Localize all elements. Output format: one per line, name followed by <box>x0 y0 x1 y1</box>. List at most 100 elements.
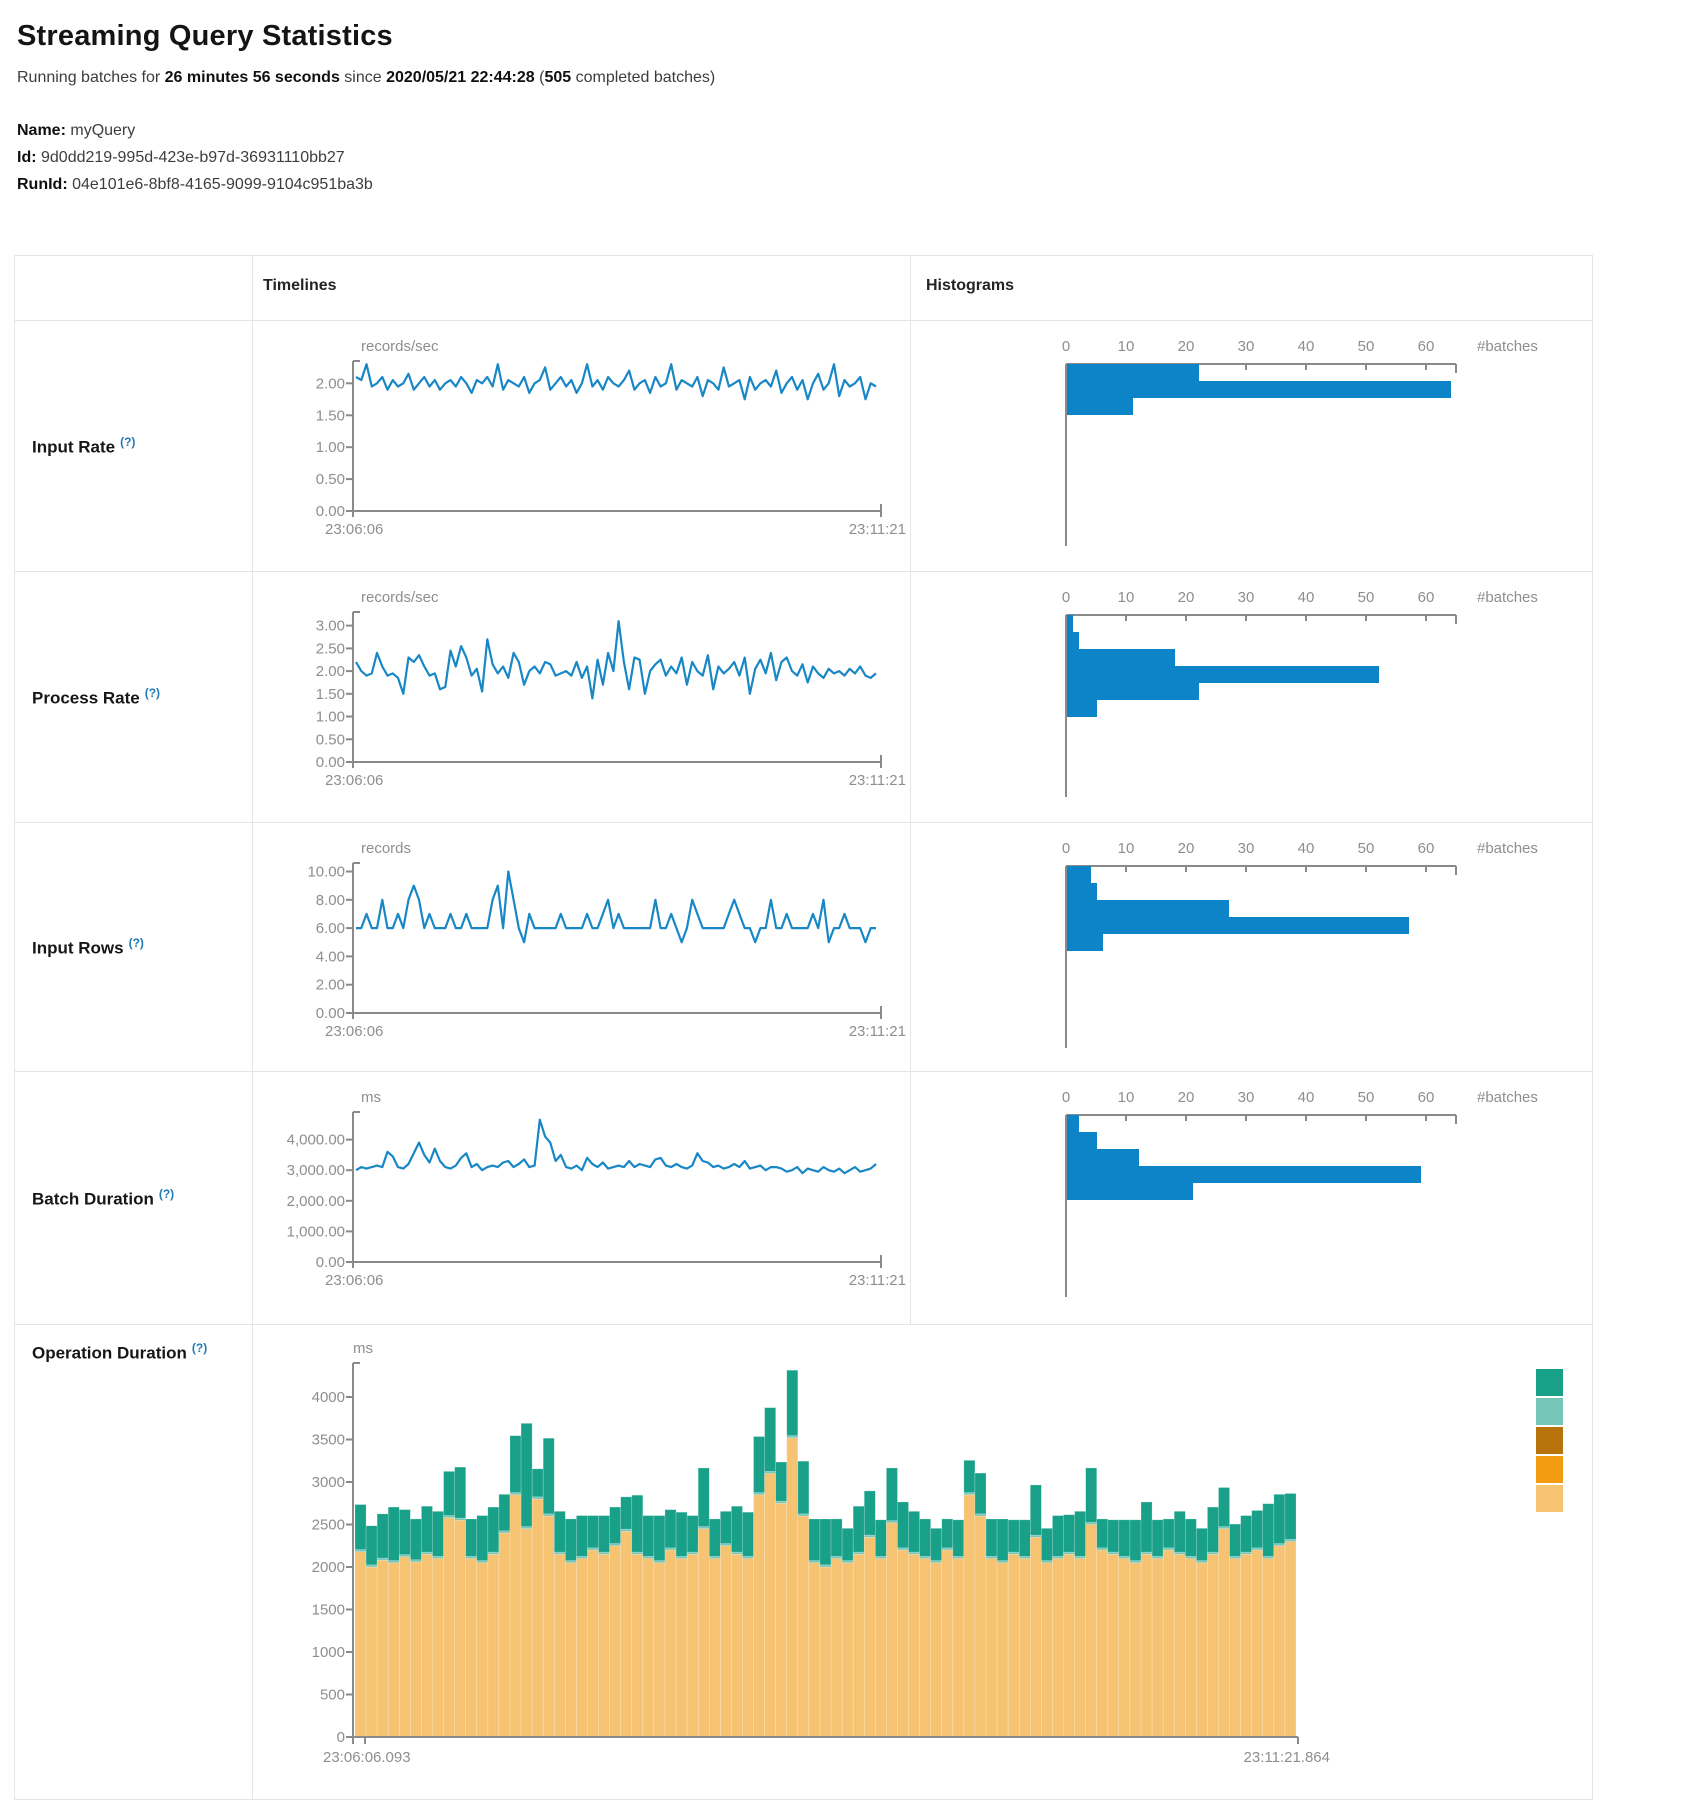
svg-text:0.00: 0.00 <box>316 1254 345 1271</box>
input-rate-help-icon[interactable]: (?) <box>120 435 135 449</box>
svg-text:0.00: 0.00 <box>316 754 345 771</box>
batch-duration-label: Batch Duration <box>32 1189 154 1208</box>
svg-text:60: 60 <box>1418 338 1435 355</box>
table-header-row: Timelines Histograms <box>15 256 1592 321</box>
svg-text:50: 50 <box>1358 338 1375 355</box>
query-name-line: Name: myQuery <box>17 117 1693 144</box>
histograms-header: Histograms <box>911 256 1592 295</box>
svg-text:1,000.00: 1,000.00 <box>287 1223 345 1240</box>
input-rate-histogram-cell: 0102030405060#batches <box>911 321 1592 571</box>
svg-text:2,000.00: 2,000.00 <box>287 1193 345 1210</box>
row-label-batch-duration: Batch Duration (?) <box>15 1072 253 1324</box>
svg-text:1.00: 1.00 <box>316 709 345 726</box>
svg-text:10: 10 <box>1118 1089 1135 1106</box>
svg-text:3,000.00: 3,000.00 <box>287 1162 345 1179</box>
svg-text:1.00: 1.00 <box>316 439 345 456</box>
process-rate-histogram-chart: 0102030405060#batches <box>911 572 1592 822</box>
svg-text:30: 30 <box>1238 840 1255 857</box>
svg-text:40: 40 <box>1298 338 1315 355</box>
svg-text:500: 500 <box>320 1687 345 1704</box>
table-row-process-rate: Process Rate (?) records/sec3.002.502.001… <box>15 572 1592 823</box>
input-rows-timeline-cell: records10.008.006.004.002.000.0023:06:06… <box>253 823 911 1071</box>
svg-text:20: 20 <box>1178 840 1195 857</box>
operation-duration-help-icon[interactable]: (?) <box>192 1341 207 1355</box>
timelines-header-cell: Timelines <box>253 256 911 320</box>
svg-text:23:11:21: 23:11:21 <box>849 1272 906 1289</box>
svg-text:30: 30 <box>1238 338 1255 355</box>
svg-text:1000: 1000 <box>312 1644 345 1661</box>
batch-duration-help-icon[interactable]: (?) <box>159 1187 174 1201</box>
row-label-operation-duration: Operation Duration(?) <box>15 1325 253 1799</box>
svg-text:23:11:21: 23:11:21 <box>849 772 906 789</box>
process-rate-help-icon[interactable]: (?) <box>145 686 160 700</box>
input-rate-timeline-cell: records/sec2.001.501.000.500.0023:06:062… <box>253 321 911 571</box>
input-rate-timeline-chart: records/sec2.001.501.000.500.0023:06:062… <box>253 321 910 571</box>
input-rows-histogram-cell: 0102030405060#batches <box>911 823 1592 1071</box>
svg-text:40: 40 <box>1298 840 1315 857</box>
summary-duration: 26 minutes 56 seconds <box>165 69 340 86</box>
row-label-input-rows: Input Rows (?) <box>15 823 253 1071</box>
page-header: Streaming Query Statistics Running batch… <box>0 0 1693 198</box>
svg-text:23:06:06: 23:06:06 <box>325 1023 383 1040</box>
query-name-label: Name: <box>17 122 66 139</box>
process-rate-histogram-cell: 0102030405060#batches <box>911 572 1592 822</box>
svg-text:50: 50 <box>1358 840 1375 857</box>
svg-text:23:06:06.093: 23:06:06.093 <box>323 1749 411 1766</box>
query-id-label: Id: <box>17 149 37 166</box>
svg-text:1.50: 1.50 <box>316 407 345 424</box>
query-id-value: 9d0dd219-995d-423e-b97d-36931110bb27 <box>41 149 345 166</box>
summary-start-time: 2020/05/21 22:44:28 <box>386 69 535 86</box>
svg-text:4.00: 4.00 <box>316 948 345 965</box>
statistics-table: Timelines Histograms Input Rate(?) recor… <box>14 255 1593 1800</box>
svg-text:ms: ms <box>361 1089 381 1106</box>
input-rows-label: Input Rows <box>32 938 124 957</box>
batch-duration-timeline-cell: ms4,000.003,000.002,000.001,000.000.0023… <box>253 1072 911 1324</box>
svg-text:23:06:06: 23:06:06 <box>325 1272 383 1289</box>
svg-text:#batches: #batches <box>1477 338 1538 355</box>
svg-text:50: 50 <box>1358 1089 1375 1106</box>
table-row-batch-duration: Batch Duration (?) ms 4,000.00 3,000.00 2,00… <box>15 1072 1592 1325</box>
batch-duration-histogram-cell: 0102030405060#batches <box>911 1072 1592 1324</box>
svg-text:30: 30 <box>1238 589 1255 606</box>
svg-text:40: 40 <box>1298 1089 1315 1106</box>
svg-text:23:11:21: 23:11:21 <box>849 521 906 538</box>
process-rate-timeline-cell: records/sec3.002.502.001.501.000.500.002… <box>253 572 911 822</box>
svg-text:10.00: 10.00 <box>307 864 345 881</box>
operation-duration-chart-cell: ms4000350030002500200015001000500023:06:… <box>253 1325 1592 1799</box>
svg-text:6.00: 6.00 <box>316 920 345 937</box>
svg-text:0.00: 0.00 <box>316 503 345 520</box>
summary-paren: ( <box>535 69 545 86</box>
svg-text:20: 20 <box>1178 1089 1195 1106</box>
batch-duration-timeline-chart: ms4,000.003,000.002,000.001,000.000.0023… <box>253 1072 910 1324</box>
svg-text:23:06:06: 23:06:06 <box>325 521 383 538</box>
table-row-input-rows: Input Rows(?) records10.008.006.004.002.… <box>15 823 1592 1072</box>
svg-text:4000: 4000 <box>312 1389 345 1406</box>
svg-text:2.00: 2.00 <box>316 375 345 392</box>
svg-text:1500: 1500 <box>312 1602 345 1619</box>
input-rows-help-icon[interactable]: (?) <box>129 936 144 950</box>
query-runid-value: 04e101e6-8bf8-4165-9099-9104c951ba3b <box>72 176 373 193</box>
summary-prefix: Running batches for <box>17 69 165 86</box>
query-runid-line: RunId: 04e101e6-8bf8-4165-9099-9104c951b… <box>17 171 1693 198</box>
summary-since: since <box>340 69 386 86</box>
svg-text:0: 0 <box>337 1729 345 1746</box>
input-rows-timeline-chart: records10.008.006.004.002.000.0023:06:06… <box>253 823 910 1071</box>
process-rate-timeline-chart: records/sec3.002.502.001.501.000.500.002… <box>253 572 910 822</box>
svg-text:10: 10 <box>1118 338 1135 355</box>
input-rows-histogram-chart: 0102030405060#batches <box>911 823 1592 1071</box>
process-rate-label: Process Rate <box>32 688 140 707</box>
table-row-operation-duration: Operation Duration(?) ms4000350030002500… <box>15 1325 1592 1799</box>
svg-text:40: 40 <box>1298 589 1315 606</box>
timelines-header: Timelines <box>253 256 910 295</box>
svg-text:records/sec: records/sec <box>361 338 439 355</box>
svg-text:50: 50 <box>1358 589 1375 606</box>
svg-text:4,000.00: 4,000.00 <box>287 1132 345 1149</box>
svg-text:23:11:21: 23:11:21 <box>849 1023 906 1040</box>
svg-text:23:11:21.864: 23:11:21.864 <box>1244 1749 1330 1766</box>
svg-text:60: 60 <box>1418 1089 1435 1106</box>
svg-text:3000: 3000 <box>312 1474 345 1491</box>
svg-text:2.00: 2.00 <box>316 977 345 994</box>
svg-text:#batches: #batches <box>1477 1089 1538 1106</box>
svg-text:records/sec: records/sec <box>361 589 439 606</box>
svg-text:2.50: 2.50 <box>316 640 345 657</box>
